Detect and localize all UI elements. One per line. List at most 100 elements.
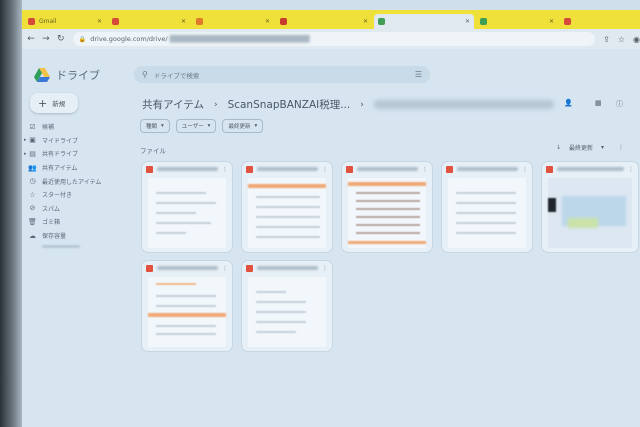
close-tab-icon[interactable]: ✕ <box>549 18 554 25</box>
manage-access-icon[interactable]: 👤 <box>564 99 573 107</box>
file-thumbnail <box>548 178 632 248</box>
browser-toolbar: ← → ↻ 🔒 drive.google.com/drive/ ████████… <box>22 29 640 49</box>
file-name-blurred <box>357 167 418 171</box>
forward-icon[interactable]: → <box>40 34 52 44</box>
breadcrumb: 共有アイテム › ScanSnapBANZAI税理... › <box>142 97 554 112</box>
info-icon[interactable]: ⓘ <box>616 99 623 109</box>
file-card[interactable]: ⋮ <box>242 261 332 351</box>
more-options-icon[interactable]: ⋮ <box>322 166 328 173</box>
grid-view-icon[interactable]: ▦ <box>595 99 602 107</box>
sort-field[interactable]: 最終更新 <box>569 143 593 152</box>
expand-caret-icon[interactable]: ▸ <box>24 151 27 157</box>
drive-app: ドライブ + 新規 ☑ 候補 ▸ ▣ マイドライブ ▸ ▤ 共有ドライブ 👥 共有アイテム … <box>22 49 640 427</box>
sidebar-item-label: 保存容量 <box>42 233 67 241</box>
sidebar-item-spam[interactable]: ⊘ スパム <box>28 202 138 216</box>
tab-favicon <box>28 18 35 25</box>
more-options-icon[interactable]: ⋮ <box>222 265 228 272</box>
search-options-icon[interactable]: ☰ <box>415 70 422 79</box>
profile-icon[interactable]: ◉ <box>633 35 640 44</box>
browser-tab[interactable]: ✕ <box>108 14 190 29</box>
file-card[interactable]: ⋮ <box>142 261 232 351</box>
file-card[interactable]: ⋮ <box>342 162 432 252</box>
sidebar-item-starred[interactable]: ☆ スター付き <box>28 188 138 202</box>
file-name-blurred <box>257 167 318 171</box>
browser-tab[interactable] <box>560 14 628 29</box>
new-button[interactable]: + 新規 <box>30 93 78 113</box>
drive-logo[interactable]: ドライブ <box>34 67 100 83</box>
close-tab-icon[interactable]: ✕ <box>181 18 186 25</box>
storage-usage-blurred <box>42 245 80 249</box>
sidebar-item-label: スパム <box>42 205 61 213</box>
shared-drive-icon: ▤ <box>29 149 36 158</box>
breadcrumb-folder[interactable]: ScanSnapBANZAI税理... <box>228 97 351 112</box>
filter-type[interactable]: 種類 ▾ <box>140 119 170 133</box>
close-tab-icon[interactable]: ✕ <box>97 18 102 25</box>
browser-tab[interactable]: ✕ <box>476 14 558 29</box>
pdf-icon <box>346 165 353 173</box>
browser-tab[interactable]: ✕ <box>192 14 274 29</box>
file-thumbnail <box>148 178 226 248</box>
more-options-icon[interactable]: ⋮ <box>522 166 528 173</box>
file-name-blurred <box>257 266 318 270</box>
chip-label: 最終更新 <box>228 124 251 130</box>
pdf-icon <box>146 264 153 272</box>
sidebar-item-label: 共有ドライブ <box>42 151 79 159</box>
browser-tab[interactable]: ✕ <box>276 14 372 29</box>
more-options-icon[interactable]: ⋮ <box>322 265 328 272</box>
file-name-blurred <box>457 167 518 171</box>
sidebar-item-shared-with-me[interactable]: 👥 共有アイテム <box>28 161 138 175</box>
file-name-blurred <box>157 167 218 171</box>
search-input[interactable]: ドライブで検索 <box>154 70 200 80</box>
file-thumbnail <box>248 277 326 347</box>
pdf-icon <box>146 165 153 173</box>
search-icon[interactable]: ⚲ <box>142 70 148 79</box>
breadcrumb-root[interactable]: 共有アイテム <box>142 97 204 112</box>
sidebar-item-my-drive[interactable]: ▸ ▣ マイドライブ <box>24 134 138 148</box>
plus-icon: + <box>38 96 48 110</box>
more-options-icon[interactable]: ⋮ <box>222 166 228 173</box>
file-card[interactable]: ⋮ <box>442 162 532 252</box>
chip-label: ユーザー <box>181 124 204 130</box>
tab-favicon <box>196 18 203 25</box>
shared-icon: 👥 <box>28 163 37 172</box>
spam-icon: ⊘ <box>29 204 36 213</box>
reload-icon[interactable]: ↻ <box>55 34 67 44</box>
close-tab-icon[interactable]: ✕ <box>265 18 270 25</box>
expand-caret-icon[interactable]: ▸ <box>24 137 27 143</box>
file-card[interactable]: ⋮ <box>242 162 332 252</box>
sidebar-item-suggested[interactable]: ☑ 候補 <box>28 120 138 134</box>
sidebar-item-storage[interactable]: ☁ 保存容量 <box>28 229 138 243</box>
more-options-icon[interactable]: ⋮ <box>628 166 634 173</box>
bookmark-icon[interactable]: ☆ <box>618 35 625 44</box>
chevron-right-icon: › <box>360 99 364 110</box>
back-icon[interactable]: ← <box>25 34 37 44</box>
address-bar[interactable]: 🔒 drive.google.com/drive/ ██████████████… <box>72 32 596 46</box>
more-options-icon[interactable]: ⋮ <box>422 166 428 173</box>
sidebar-nav: ☑ 候補 ▸ ▣ マイドライブ ▸ ▤ 共有ドライブ 👥 共有アイテム ◷ 最近使用したアイテ… <box>24 120 138 249</box>
sort-direction-icon[interactable]: ↓ <box>556 144 561 151</box>
files-section-label: ファイル <box>140 147 166 155</box>
close-tab-icon[interactable]: ✕ <box>363 18 368 25</box>
more-options-icon[interactable]: ⋮ <box>618 144 624 151</box>
tab-strip: Gmail ✕ ✕ ✕ ✕ ✕ ✕ <box>22 10 640 29</box>
tab-favicon <box>480 18 487 25</box>
caret-down-icon: ▾ <box>207 123 211 129</box>
chip-label: 種類 <box>146 124 158 130</box>
file-thumbnail <box>348 178 426 248</box>
new-button-label: 新規 <box>52 100 66 108</box>
share-page-icon[interactable]: ⇪ <box>603 35 610 44</box>
filter-people[interactable]: ユーザー ▾ <box>175 119 217 133</box>
lock-icon: 🔒 <box>78 35 87 43</box>
sidebar-item-recent[interactable]: ◷ 最近使用したアイテム <box>28 174 138 188</box>
sidebar-item-trash[interactable]: 🗑 ゴミ箱 <box>28 215 138 229</box>
file-card[interactable]: ⋮ <box>542 162 638 252</box>
close-tab-icon[interactable]: ✕ <box>465 18 470 25</box>
file-card[interactable]: ⋮ <box>142 162 232 252</box>
sidebar-item-shared-drives[interactable]: ▸ ▤ 共有ドライブ <box>24 147 138 161</box>
url-text: drive.google.com/drive/ <box>90 35 168 43</box>
sidebar-item-label: 最近使用したアイテム <box>42 178 102 186</box>
browser-tab[interactable]: Gmail ✕ <box>24 14 106 29</box>
filter-modified[interactable]: 最終更新 ▾ <box>222 119 264 133</box>
browser-tab-active[interactable]: ✕ <box>374 14 474 29</box>
search-bar[interactable]: ⚲ ドライブで検索 ☰ <box>134 66 430 83</box>
